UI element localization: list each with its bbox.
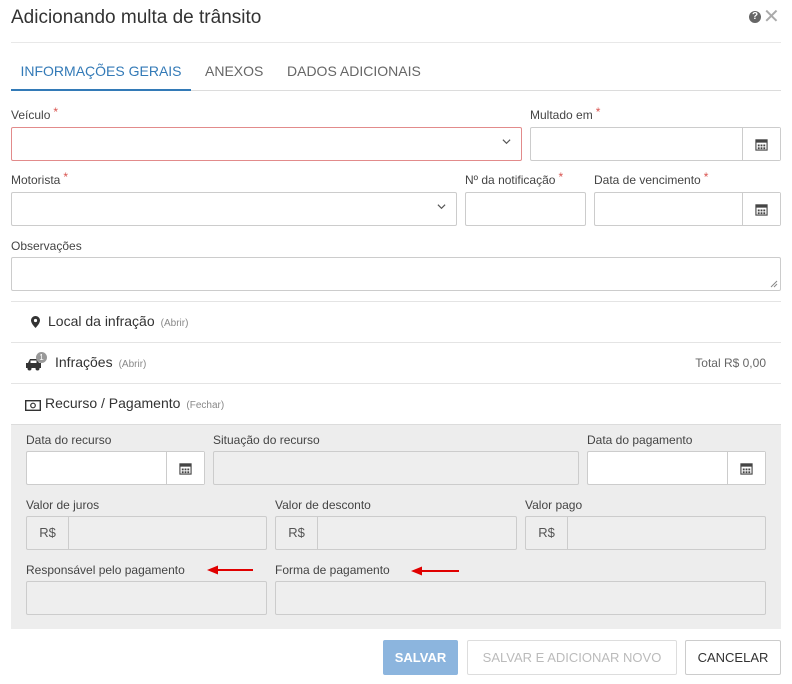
notificacao-label: Nº da notificação *: [465, 170, 564, 187]
vencimento-label-text: Data de vencimento: [594, 173, 701, 187]
vencimento-input[interactable]: [594, 192, 781, 226]
calendar-icon: [755, 203, 768, 216]
section-title: Infrações (Abrir): [55, 354, 146, 370]
tab-bar: INFORMAÇÕES GERAIS ANEXOS DADOS ADICIONA…: [11, 52, 781, 91]
required-mark: *: [703, 170, 709, 184]
vencimento-label: Data de vencimento *: [594, 170, 709, 187]
help-icon[interactable]: ?: [749, 11, 761, 23]
situacao-recurso-input: [213, 451, 579, 485]
valor-desconto-input: R$: [275, 516, 517, 550]
responsavel-label: Responsável pelo pagamento: [26, 563, 185, 577]
infracoes-total: Total R$ 0,00: [695, 356, 766, 370]
valor-pago-input: R$: [525, 516, 766, 550]
resize-handle-icon[interactable]: [770, 280, 778, 288]
dialog-header: Adicionando multa de trânsito ? ✕: [0, 0, 792, 43]
situacao-recurso-label: Situação do recurso: [213, 433, 320, 447]
annotation-arrow-icon: [207, 565, 253, 575]
save-button[interactable]: SALVAR: [383, 640, 458, 675]
forma-pagamento-label: Forma de pagamento: [275, 563, 390, 577]
veiculo-label: Veículo *: [11, 105, 59, 122]
tab-dados-adicionais[interactable]: DADOS ADICIONAIS: [287, 52, 421, 91]
valor-juros-label: Valor de juros: [26, 498, 100, 512]
observacoes-textarea[interactable]: [11, 257, 781, 291]
currency-addon: R$: [526, 517, 568, 549]
calendar-button[interactable]: [727, 452, 765, 484]
multado-em-input[interactable]: [530, 127, 781, 161]
calendar-button[interactable]: [742, 128, 780, 160]
close-icon[interactable]: ✕: [763, 6, 780, 28]
currency-addon: R$: [276, 517, 318, 549]
notificacao-label-text: Nº da notificação: [465, 173, 556, 187]
infracoes-title: Infrações: [55, 354, 113, 370]
observacoes-label: Observações: [11, 239, 82, 253]
recurso-hint[interactable]: (Fechar): [186, 400, 224, 411]
valor-desconto-label: Valor de desconto: [275, 498, 371, 512]
chevron-down-icon: [437, 204, 446, 210]
motorista-select[interactable]: [11, 192, 457, 226]
header-divider: [11, 42, 781, 43]
data-recurso-input[interactable]: [26, 451, 205, 485]
calendar-icon: [179, 462, 192, 475]
responsavel-input: [26, 581, 267, 615]
data-pagamento-input[interactable]: [587, 451, 766, 485]
local-title: Local da infração: [48, 313, 155, 329]
infracoes-hint[interactable]: (Abrir): [119, 359, 147, 370]
data-pagamento-label: Data do pagamento: [587, 433, 693, 447]
calendar-button[interactable]: [742, 193, 780, 225]
recurso-pagamento-panel: Data do recurso Situação do recurso Data…: [11, 424, 781, 629]
required-mark: *: [595, 105, 601, 119]
recurso-title: Recurso / Pagamento: [45, 395, 181, 411]
calendar-button[interactable]: [166, 452, 204, 484]
calendar-icon: [740, 462, 753, 475]
forma-pagamento-input: [275, 581, 766, 615]
section-recurso-pagamento[interactable]: Recurso / Pagamento (Fechar): [11, 383, 781, 424]
motorista-label: Motorista *: [11, 170, 69, 187]
tab-anexos[interactable]: ANEXOS: [205, 52, 263, 91]
annotation-arrow-icon: [411, 566, 459, 576]
motorista-label-text: Motorista: [11, 173, 61, 187]
tab-informacoes-gerais[interactable]: INFORMAÇÕES GERAIS: [11, 52, 191, 91]
notificacao-input[interactable]: [465, 192, 586, 226]
save-and-new-button[interactable]: SALVAR E ADICIONAR NOVO: [467, 640, 677, 675]
section-local-infracao[interactable]: Local da infração (Abrir): [11, 301, 781, 342]
data-recurso-label: Data do recurso: [26, 433, 112, 447]
required-mark: *: [558, 170, 564, 184]
infracoes-badge: 1: [36, 352, 47, 363]
map-marker-icon: [31, 316, 40, 328]
chevron-down-icon: [502, 139, 511, 145]
valor-pago-label: Valor pago: [525, 498, 583, 512]
veiculo-label-text: Veículo: [11, 108, 51, 122]
currency-addon: R$: [27, 517, 69, 549]
required-mark: *: [53, 105, 59, 119]
multado-em-label-text: Multado em: [530, 108, 593, 122]
section-title: Local da infração (Abrir): [48, 313, 188, 329]
section-infracoes[interactable]: 1 Infrações (Abrir) Total R$ 0,00: [11, 342, 781, 383]
required-mark: *: [63, 170, 69, 184]
veiculo-select[interactable]: [11, 127, 522, 161]
money-icon: [25, 400, 41, 411]
dialog-title: Adicionando multa de trânsito: [11, 7, 262, 28]
multado-em-label: Multado em *: [530, 105, 601, 122]
local-hint[interactable]: (Abrir): [161, 318, 189, 329]
calendar-icon: [755, 138, 768, 151]
cancel-button[interactable]: CANCELAR: [685, 640, 781, 675]
valor-juros-input: R$: [26, 516, 267, 550]
section-title: Recurso / Pagamento (Fechar): [45, 395, 224, 411]
